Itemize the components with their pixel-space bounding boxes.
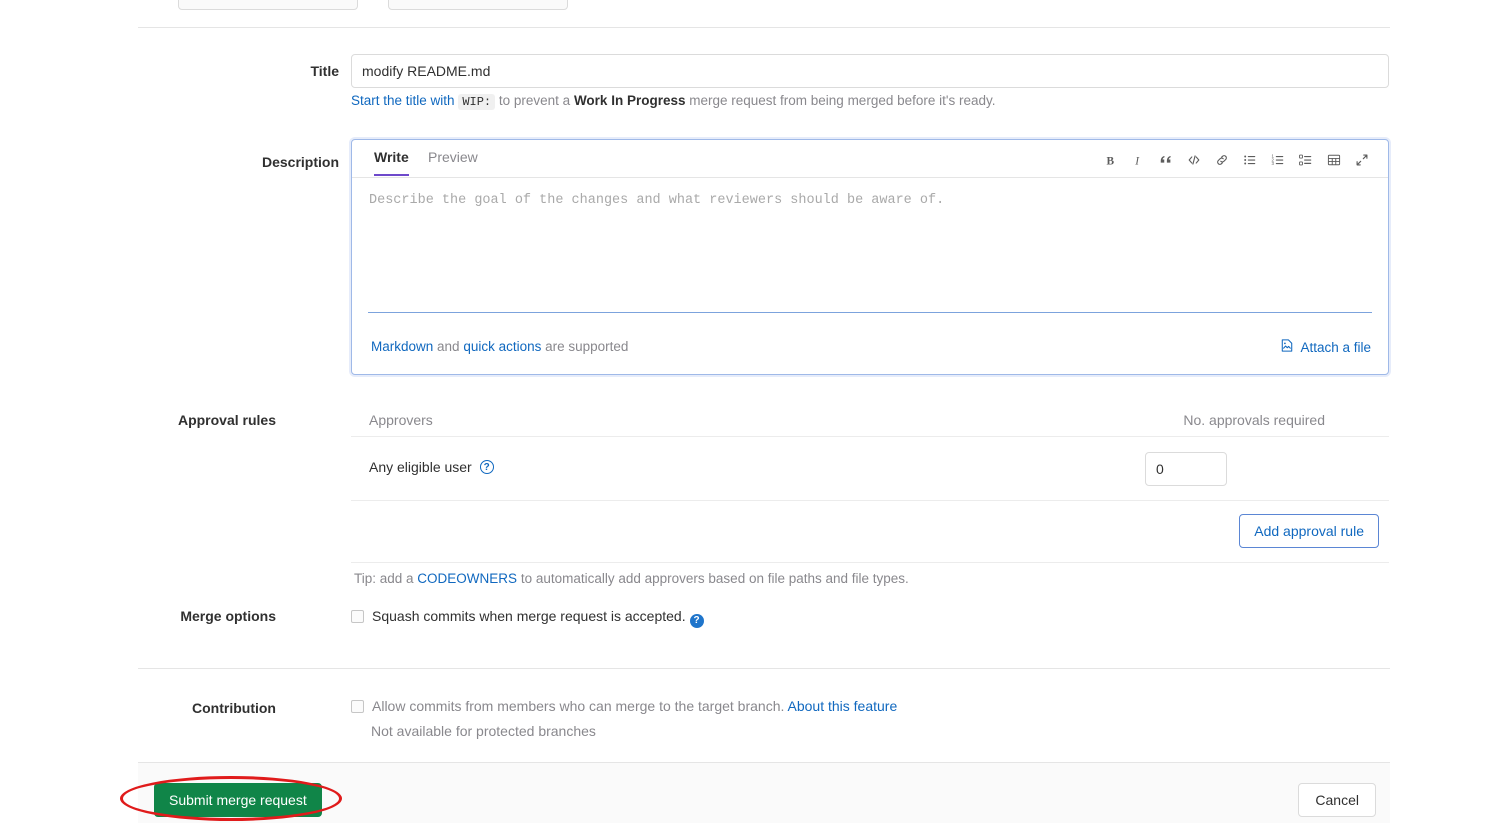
attach-file-button[interactable]: Attach a file — [1280, 338, 1371, 356]
quote-icon[interactable] — [1152, 148, 1180, 172]
footer-and: and — [433, 339, 464, 354]
tip-suffix: to automatically add approvers based on … — [517, 571, 909, 586]
fullscreen-icon[interactable] — [1348, 148, 1376, 172]
description-footer: Markdown and quick actions are supported… — [352, 322, 1388, 374]
footer-tail: are supported — [541, 339, 629, 354]
task-list-icon[interactable] — [1292, 148, 1320, 172]
col-approvals-required: No. approvals required — [1183, 412, 1325, 428]
merge-request-form-page: Change branches Title Start the title wi… — [0, 0, 1489, 823]
attach-file-icon — [1280, 338, 1294, 356]
tab-write[interactable]: Write — [374, 149, 409, 176]
allow-commits-row: Allow commits from members who can merge… — [351, 698, 897, 714]
allow-commits-label: Allow commits from members who can merge… — [372, 698, 785, 714]
not-available-note: Not available for protected branches — [371, 723, 596, 739]
add-approval-rule-button[interactable]: Add approval rule — [1239, 514, 1379, 548]
description-textarea[interactable] — [353, 179, 1387, 305]
contribution-label: Contribution — [192, 700, 276, 716]
approval-rules-label: Approval rules — [177, 412, 276, 428]
divider-top — [138, 27, 1390, 28]
title-label: Title — [310, 63, 339, 79]
divider-tip — [351, 562, 1389, 563]
submit-merge-request-button[interactable]: Submit merge request — [154, 783, 322, 817]
branch-selectors-partial: Change branches — [0, 0, 1489, 14]
squash-commits-checkbox[interactable] — [351, 610, 364, 623]
title-hint-tail: merge request from being merged before i… — [685, 93, 996, 108]
italic-icon[interactable]: I — [1124, 148, 1152, 172]
wip-code: WIP: — [458, 94, 496, 110]
code-icon[interactable] — [1180, 148, 1208, 172]
tip-prefix: Tip: add a — [354, 571, 418, 586]
approver-rule-name-cell: Any eligible user ? — [369, 459, 494, 475]
description-tabs: Write Preview B I 1 2 3 — [352, 140, 1388, 178]
col-approvers: Approvers — [369, 412, 433, 428]
title-hint: Start the title with WIP: to prevent a W… — [351, 93, 1391, 110]
markdown-link[interactable]: Markdown — [371, 339, 433, 354]
squash-commits-label: Squash commits when merge request is acc… — [372, 608, 686, 624]
table-icon[interactable] — [1320, 148, 1348, 172]
help-icon[interactable]: ? — [689, 613, 704, 628]
target-branch-dropdown[interactable] — [388, 0, 568, 10]
description-label: Description — [261, 154, 339, 170]
approver-rule-name: Any eligible user — [369, 459, 472, 475]
title-hint-mid: to prevent a — [495, 93, 574, 108]
link-icon[interactable] — [1208, 148, 1236, 172]
tab-preview[interactable]: Preview — [428, 149, 478, 174]
attach-file-label: Attach a file — [1300, 339, 1371, 355]
svg-text:3: 3 — [1271, 161, 1274, 166]
approvals-required-input[interactable] — [1145, 452, 1227, 486]
bullet-list-icon[interactable] — [1236, 148, 1264, 172]
bold-icon[interactable]: B — [1096, 148, 1124, 172]
about-this-feature-link[interactable]: About this feature — [788, 698, 898, 714]
title-input[interactable] — [351, 54, 1389, 88]
help-icon[interactable]: ? — [479, 460, 494, 474]
cancel-button[interactable]: Cancel — [1298, 783, 1376, 817]
description-toolbar: B I 123 — [1096, 148, 1376, 172]
wip-hint-link[interactable]: Start the title with — [351, 93, 455, 108]
numbered-list-icon[interactable]: 123 — [1264, 148, 1292, 172]
quick-actions-link[interactable]: quick actions — [463, 339, 541, 354]
description-divider — [368, 312, 1372, 313]
title-hint-bold: Work In Progress — [573, 93, 686, 108]
form-actions-bar: Submit merge request Cancel — [138, 762, 1390, 823]
approval-rules-header: Approvers No. approvals required — [351, 405, 1389, 437]
merge-options-label: Merge options — [180, 608, 276, 624]
squash-commits-row: Squash commits when merge request is acc… — [351, 608, 704, 628]
codeowners-link[interactable]: CODEOWNERS — [417, 571, 517, 586]
divider-contribution — [138, 668, 1390, 669]
description-editor: Write Preview B I 1 2 3 Describe the goa… — [351, 139, 1389, 375]
codeowners-tip: Tip: add a CODEOWNERS to automatically a… — [354, 571, 909, 586]
table-row: Any eligible user ? — [351, 437, 1389, 501]
allow-commits-checkbox — [351, 700, 364, 713]
source-branch-dropdown[interactable] — [178, 0, 358, 10]
svg-text:B: B — [1106, 155, 1114, 166]
markdown-support-note: Markdown and quick actions are supported — [371, 339, 628, 354]
svg-text:I: I — [1134, 155, 1140, 166]
